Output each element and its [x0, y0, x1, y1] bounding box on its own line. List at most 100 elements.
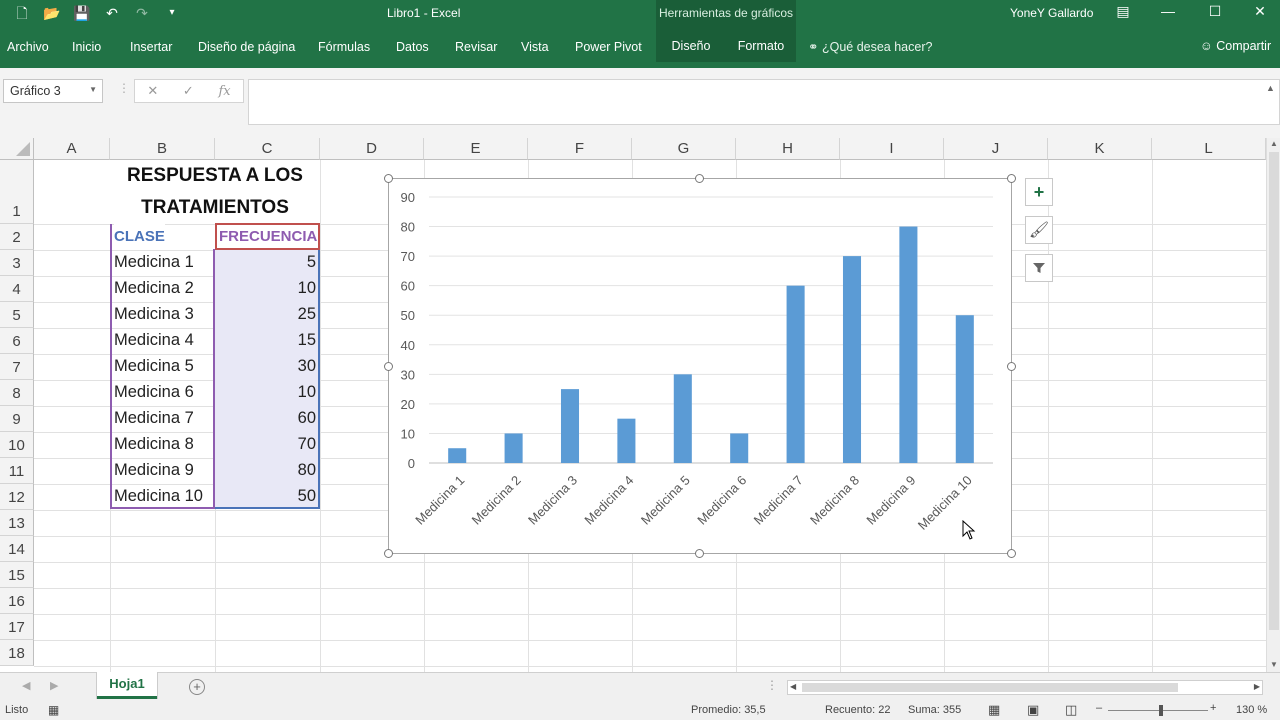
column-header-h[interactable]: H [736, 138, 840, 160]
row-header-4[interactable]: 4 [0, 276, 34, 302]
column-header-e[interactable]: E [424, 138, 528, 160]
column-header-f[interactable]: F [528, 138, 632, 160]
row-header-7[interactable]: 7 [0, 354, 34, 380]
zoom-slider-thumb[interactable] [1159, 705, 1163, 716]
row-header-8[interactable]: 8 [0, 380, 34, 406]
column-header-a[interactable]: A [34, 138, 110, 160]
column-header-i[interactable]: I [840, 138, 944, 160]
maximize-icon[interactable]: ☐ [1205, 3, 1225, 20]
clase-cell[interactable]: Medicina 6 [114, 380, 194, 405]
tab-formulas[interactable]: Fórmulas [318, 40, 370, 54]
chevron-down-icon[interactable]: ▼ [89, 85, 97, 94]
tab-datos[interactable]: Datos [396, 40, 429, 54]
tab-insertar[interactable]: Insertar [130, 40, 172, 54]
clase-cell[interactable]: Medicina 10 [114, 484, 203, 509]
tab-diseno-pagina[interactable]: Diseño de página [198, 40, 295, 54]
resize-handle[interactable] [1007, 174, 1016, 183]
normal-view-icon[interactable]: ▦ [988, 702, 1000, 718]
tab-inicio[interactable]: Inicio [72, 40, 101, 54]
scroll-up-icon[interactable]: ▲ [1270, 139, 1278, 148]
undo-icon[interactable]: ↶ [102, 4, 122, 22]
frecuencia-cell[interactable]: 5 [215, 250, 316, 275]
resize-handle[interactable] [695, 174, 704, 183]
save-icon[interactable]: 💾 [72, 4, 92, 22]
ribbon-display-icon[interactable]: ▤ [1113, 3, 1133, 20]
frecuencia-cell[interactable]: 10 [215, 380, 316, 405]
row-header-10[interactable]: 10 [0, 432, 34, 458]
chart-filters-button[interactable] [1025, 254, 1053, 282]
chart-elements-button[interactable]: + [1025, 178, 1053, 206]
clase-cell[interactable]: Medicina 3 [114, 302, 194, 327]
user-name[interactable]: YoneY Gallardo [1010, 6, 1093, 20]
resize-handle[interactable] [384, 362, 393, 371]
row-header-12[interactable]: 12 [0, 484, 34, 510]
tell-me-search[interactable]: ⚭ ¿Qué desea hacer? [808, 39, 932, 54]
clase-cell[interactable]: Medicina 9 [114, 458, 194, 483]
share-button[interactable]: ☺ Compartir [1200, 39, 1271, 53]
macro-record-icon[interactable]: ▦ [48, 703, 59, 717]
column-chart[interactable]: 0 10 20 30 40 50 60 70 80 90 Medicina 1 Medicina 2M… [388, 178, 1012, 554]
worksheet[interactable]: A B C D E F G H I J K L 1 2 3 4 5 6 7 8 … [0, 138, 1266, 672]
frecuencia-cell[interactable]: 25 [215, 302, 316, 327]
expand-formula-icon[interactable]: ▲ [1266, 83, 1275, 93]
sheet-tab-hoja1[interactable]: Hoja1 [97, 672, 157, 699]
row-header-11[interactable]: 11 [0, 458, 34, 484]
resize-handle[interactable] [695, 549, 704, 558]
zoom-in-icon[interactable]: + [1210, 702, 1216, 714]
horizontal-scrollbar[interactable]: ◀ ▶ [787, 680, 1263, 695]
frecuencia-cell[interactable]: 60 [215, 406, 316, 431]
redo-icon[interactable]: ↷ [132, 4, 152, 22]
row-header-9[interactable]: 9 [0, 406, 34, 432]
frecuencia-cell[interactable]: 10 [215, 276, 316, 301]
row-header-13[interactable]: 13 [0, 510, 34, 536]
resize-handle[interactable] [1007, 549, 1016, 558]
clase-cell[interactable]: Medicina 4 [114, 328, 194, 353]
add-sheet-icon[interactable]: + [189, 679, 205, 695]
frecuencia-cell[interactable]: 70 [215, 432, 316, 457]
table-title-cell[interactable]: RESPUESTA A LOS TRATAMIENTOS [110, 160, 320, 224]
tab-power-pivot[interactable]: Power Pivot [575, 40, 642, 54]
tab-vista[interactable]: Vista [521, 40, 549, 54]
column-header-b[interactable]: B [110, 138, 215, 160]
clase-cell[interactable]: Medicina 7 [114, 406, 194, 431]
row-header-1[interactable]: 1 [0, 160, 34, 224]
tab-formato[interactable]: Formato [726, 28, 796, 62]
row-header-16[interactable]: 16 [0, 588, 34, 614]
clase-cell[interactable]: Medicina 5 [114, 354, 194, 379]
row-header-2[interactable]: 2 [0, 224, 34, 250]
frecuencia-cell[interactable]: 15 [215, 328, 316, 353]
column-header-g[interactable]: G [632, 138, 736, 160]
scroll-left-icon[interactable]: ◀ [790, 682, 796, 691]
frecuencia-cell[interactable]: 80 [215, 458, 316, 483]
chart-styles-button[interactable]: 🖌 [1025, 216, 1053, 244]
column-header-j[interactable]: J [944, 138, 1048, 160]
minimize-icon[interactable]: — [1158, 3, 1178, 19]
horizontal-scroll-thumb[interactable] [802, 683, 1178, 692]
prev-sheet-icon[interactable]: ◀ [22, 679, 30, 692]
vertical-scrollbar[interactable]: ▲ ▼ [1266, 138, 1280, 672]
frecuencia-cell[interactable]: 30 [215, 354, 316, 379]
resize-handle[interactable] [384, 174, 393, 183]
select-all-corner[interactable] [0, 138, 34, 160]
cancel-icon[interactable]: ✕ [147, 83, 158, 99]
row-header-17[interactable]: 17 [0, 614, 34, 640]
close-icon[interactable]: ✕ [1250, 3, 1270, 20]
vertical-scroll-thumb[interactable] [1269, 152, 1279, 630]
next-sheet-icon[interactable]: ▶ [50, 679, 58, 692]
tab-revisar[interactable]: Revisar [455, 40, 497, 54]
row-header-5[interactable]: 5 [0, 302, 34, 328]
column-header-d[interactable]: D [320, 138, 424, 160]
row-header-3[interactable]: 3 [0, 250, 34, 276]
header-clase[interactable]: CLASE [114, 224, 165, 249]
clase-cell[interactable]: Medicina 2 [114, 276, 194, 301]
column-header-k[interactable]: K [1048, 138, 1152, 160]
scroll-down-icon[interactable]: ▼ [1270, 660, 1278, 669]
formula-input[interactable] [248, 79, 1280, 125]
column-header-c[interactable]: C [215, 138, 320, 160]
customize-qat-icon[interactable]: ▾ [162, 4, 182, 22]
new-file-icon[interactable]: 🗋 [12, 4, 32, 22]
check-icon[interactable]: ✓ [183, 83, 194, 99]
column-header-l[interactable]: L [1152, 138, 1266, 160]
splitter-dots-icon[interactable]: ⋮ [118, 81, 130, 95]
row-header-18[interactable]: 18 [0, 640, 34, 666]
